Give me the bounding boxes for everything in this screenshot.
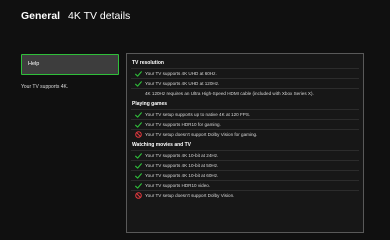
checkmark-icon <box>131 70 145 77</box>
checkmark-icon <box>131 111 145 118</box>
detail-row: Your TV supports 4K UHD at 120Hz. <box>131 78 359 88</box>
page-title: General 4K TV details <box>21 10 130 22</box>
details-section: TV resolution Your TV supports 4K UHD at … <box>131 60 359 98</box>
detail-row: Your TV supports 4K UHD at 60Hz. <box>131 68 359 78</box>
section-heading: Playing games <box>132 101 168 107</box>
detail-row-text: 4K 120Hz requires an Ultra High-Speed HD… <box>145 91 314 96</box>
not-supported-icon <box>131 131 145 138</box>
detail-row: Your TV supports 4K 10-bit at 24Hz. <box>131 150 359 160</box>
detail-row-text: Your TV supports 4K UHD at 120Hz. <box>145 81 220 86</box>
detail-row: Your TV supports HDR10 for gaming. <box>131 119 359 129</box>
detail-row-text: Your TV setup doesn't support Dolby Visi… <box>145 193 235 198</box>
checkmark-icon <box>131 152 145 159</box>
detail-row-text: Your TV supports 4K 10-bit at 24Hz. <box>145 153 219 158</box>
detail-row: Your TV setup supports up to native 4K a… <box>131 109 359 119</box>
checkmark-icon <box>131 172 145 179</box>
section-heading: TV resolution <box>132 60 164 66</box>
checkmark-icon <box>131 121 145 128</box>
tv-support-summary: Your TV supports 4K. <box>21 84 69 90</box>
detail-row: Your TV supports 4K 10-bit at 60Hz. <box>131 170 359 180</box>
checkmark-icon <box>131 80 145 87</box>
detail-row-text: Your TV supports HDR10 for gaming. <box>145 122 221 127</box>
detail-row-text: Your TV supports 4K UHD at 60Hz. <box>145 71 217 76</box>
detail-row: 4K 120Hz requires an Ultra High-Speed HD… <box>131 88 359 98</box>
page-section-label: General <box>21 10 61 22</box>
not-supported-icon <box>131 192 145 199</box>
detail-row-text: Your TV setup supports up to native 4K a… <box>145 112 251 117</box>
page-title-label: 4K TV details <box>68 10 131 22</box>
detail-row: Your TV setup doesn't support Dolby Visi… <box>131 129 359 139</box>
details-section: Playing games Your TV setup supports up t… <box>131 101 359 139</box>
details-sections: TV resolution Your TV supports 4K UHD at … <box>131 60 359 200</box>
details-panel[interactable]: TV resolution Your TV supports 4K UHD at … <box>126 53 364 233</box>
detail-row: Your TV setup doesn't support Dolby Visi… <box>131 190 359 200</box>
detail-row-text: Your TV supports HDR10 video. <box>145 183 211 188</box>
detail-row-text: Your TV setup doesn't support Dolby Visi… <box>145 132 258 137</box>
details-section: Watching movies and TV Your TV supports 4… <box>131 142 359 200</box>
detail-row-text: Your TV supports 4K 10-bit at 60Hz. <box>145 173 219 178</box>
detail-row-text: Your TV supports 4K 10-bit at 50Hz. <box>145 163 219 168</box>
checkmark-icon <box>131 182 145 189</box>
detail-row: Your TV supports 4K 10-bit at 50Hz. <box>131 160 359 170</box>
detail-row: Your TV supports HDR10 video. <box>131 180 359 190</box>
help-button[interactable]: Help <box>21 54 119 75</box>
section-heading: Watching movies and TV <box>132 142 191 148</box>
checkmark-icon <box>131 162 145 169</box>
left-panel: Help Your TV supports 4K. <box>21 54 119 90</box>
